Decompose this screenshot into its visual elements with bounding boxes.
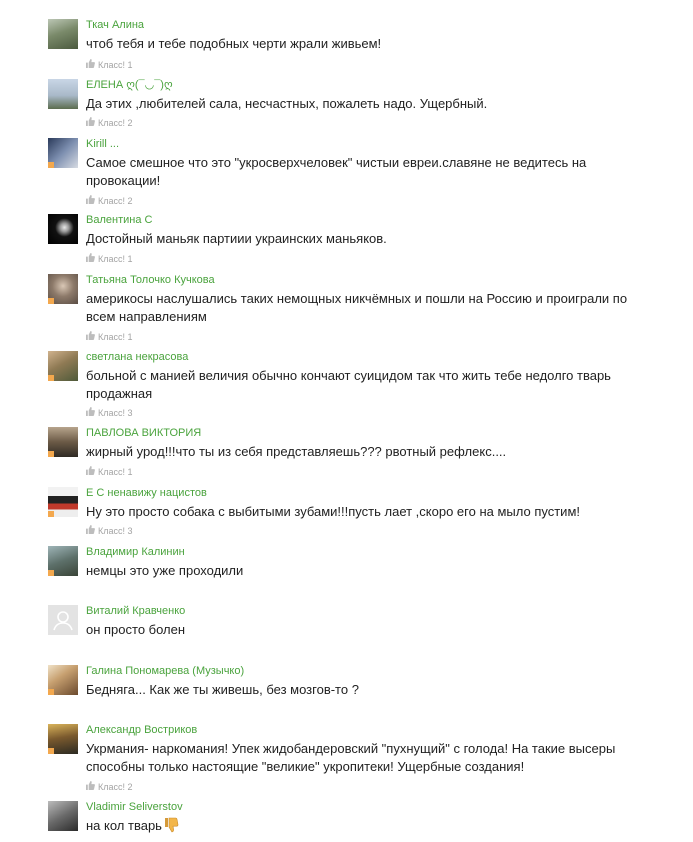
like-label: Класс! — [98, 526, 125, 536]
comment-text: Укрмания- наркомания! Упек жидобандеровс… — [86, 741, 616, 774]
comment-text-content: на кол тварь — [86, 818, 162, 833]
avatar[interactable] — [48, 138, 78, 168]
avatar[interactable] — [48, 724, 78, 754]
online-indicator — [48, 162, 54, 168]
like-counter[interactable]: Класс! 2 — [86, 781, 133, 793]
online-indicator — [48, 748, 54, 754]
comment-text: Достойный маньяк партиии украинских мань… — [86, 231, 387, 246]
online-indicator — [48, 570, 54, 576]
online-indicator — [48, 451, 54, 457]
online-indicator — [48, 298, 54, 304]
comment-text: немцы это уже проходили — [86, 563, 244, 578]
avatar[interactable] — [48, 351, 78, 381]
comment-text: Самое смешное что это "укросверхчеловек"… — [86, 155, 587, 188]
like-label: Класс! — [98, 118, 125, 128]
like-counter[interactable]: Класс! 2 — [86, 195, 133, 207]
comment-author[interactable]: Александр Востриков — [86, 724, 197, 737]
comment-author[interactable]: Татьяна Толочко Кучкова — [86, 274, 215, 287]
like-count: 1 — [127, 467, 133, 477]
like-count: 2 — [127, 782, 133, 792]
avatar[interactable] — [48, 427, 78, 457]
comment-author[interactable]: Валентина С — [86, 214, 152, 227]
thumbs-down-icon — [163, 817, 179, 833]
comment-author[interactable]: Kirill ... — [86, 138, 119, 151]
like-label: Класс! — [98, 332, 125, 342]
like-counter[interactable]: Класс! 1 — [86, 59, 133, 71]
thumbs-up-icon — [86, 407, 95, 416]
like-label: Класс! — [98, 408, 125, 418]
comment-text: америкосы наслушались таких немощных ник… — [86, 291, 628, 324]
comment-text: Да этих ,любителей сала, несчастных, пож… — [86, 96, 488, 111]
like-label: Класс! — [98, 782, 125, 792]
like-count: 3 — [127, 526, 133, 536]
avatar[interactable] — [48, 546, 78, 576]
like-counter[interactable]: Класс! 3 — [86, 407, 133, 419]
comment-author[interactable]: Виталий Кравченко — [86, 605, 185, 618]
avatar[interactable] — [48, 665, 78, 695]
thumbs-up-icon — [86, 253, 95, 262]
comment-author[interactable]: Ткач Алина — [86, 19, 144, 32]
thumbs-up-icon — [86, 331, 95, 340]
avatar[interactable] — [48, 79, 78, 109]
comment-text: на кол тварь — [86, 817, 656, 835]
avatar[interactable] — [48, 605, 78, 635]
comment-text: больной с манией величия обычно кончают … — [86, 368, 611, 401]
thumbs-up-icon — [86, 466, 95, 475]
comment-author[interactable]: светлана некрасова — [86, 351, 188, 364]
comment-text: жирный урод!!!что ты из себя представляе… — [86, 444, 507, 459]
like-count: 2 — [127, 196, 133, 206]
comment-author[interactable]: Владимир Калинин — [86, 546, 185, 559]
like-label: Класс! — [98, 254, 125, 264]
online-indicator — [48, 375, 54, 381]
thumbs-up-icon — [86, 781, 95, 790]
avatar[interactable] — [48, 214, 78, 244]
like-count: 3 — [127, 408, 133, 418]
like-label: Класс! — [98, 467, 125, 477]
comment-author[interactable]: ПАВЛОВА ВИКТОРИЯ — [86, 427, 201, 440]
like-label: Класс! — [98, 60, 125, 70]
like-counter[interactable]: Класс! 1 — [86, 331, 133, 343]
like-counter[interactable]: Класс! 1 — [86, 253, 133, 265]
comment-text: он просто болен — [86, 622, 186, 637]
comment-text: Бедняга... Как же ты живешь, без мозгов-… — [86, 682, 359, 697]
avatar[interactable] — [48, 274, 78, 304]
comment-author[interactable]: ЕЛЕНА ღ(¯◡¯)ღ — [86, 79, 173, 92]
thumbs-up-icon — [86, 59, 95, 68]
like-label: Класс! — [98, 196, 125, 206]
like-counter[interactable]: Класс! 1 — [86, 466, 133, 478]
like-count: 1 — [127, 332, 133, 342]
comment-author[interactable]: Vladimir Seliverstov — [86, 801, 183, 814]
online-indicator — [48, 689, 54, 695]
default-avatar-icon — [48, 605, 78, 635]
avatar[interactable] — [48, 801, 78, 831]
like-count: 1 — [127, 60, 133, 70]
comment-text: чтоб тебя и тебе подобных черти жрали жи… — [86, 36, 382, 51]
thumbs-up-icon — [86, 525, 95, 534]
comment-text: Ну это просто собака с выбитыми зубами!!… — [86, 504, 580, 519]
like-counter[interactable]: Класс! 2 — [86, 117, 133, 129]
comment-author[interactable]: Е С ненавижу нацистов — [86, 487, 207, 500]
avatar[interactable] — [48, 487, 78, 517]
thumbs-up-icon — [86, 117, 95, 126]
like-count: 1 — [127, 254, 133, 264]
avatar[interactable] — [48, 19, 78, 49]
like-count: 2 — [127, 118, 133, 128]
online-indicator — [48, 511, 54, 517]
thumbs-up-icon — [86, 195, 95, 204]
like-counter[interactable]: Класс! 3 — [86, 525, 133, 537]
comment-author[interactable]: Галина Пономарева (Музычко) — [86, 665, 244, 678]
